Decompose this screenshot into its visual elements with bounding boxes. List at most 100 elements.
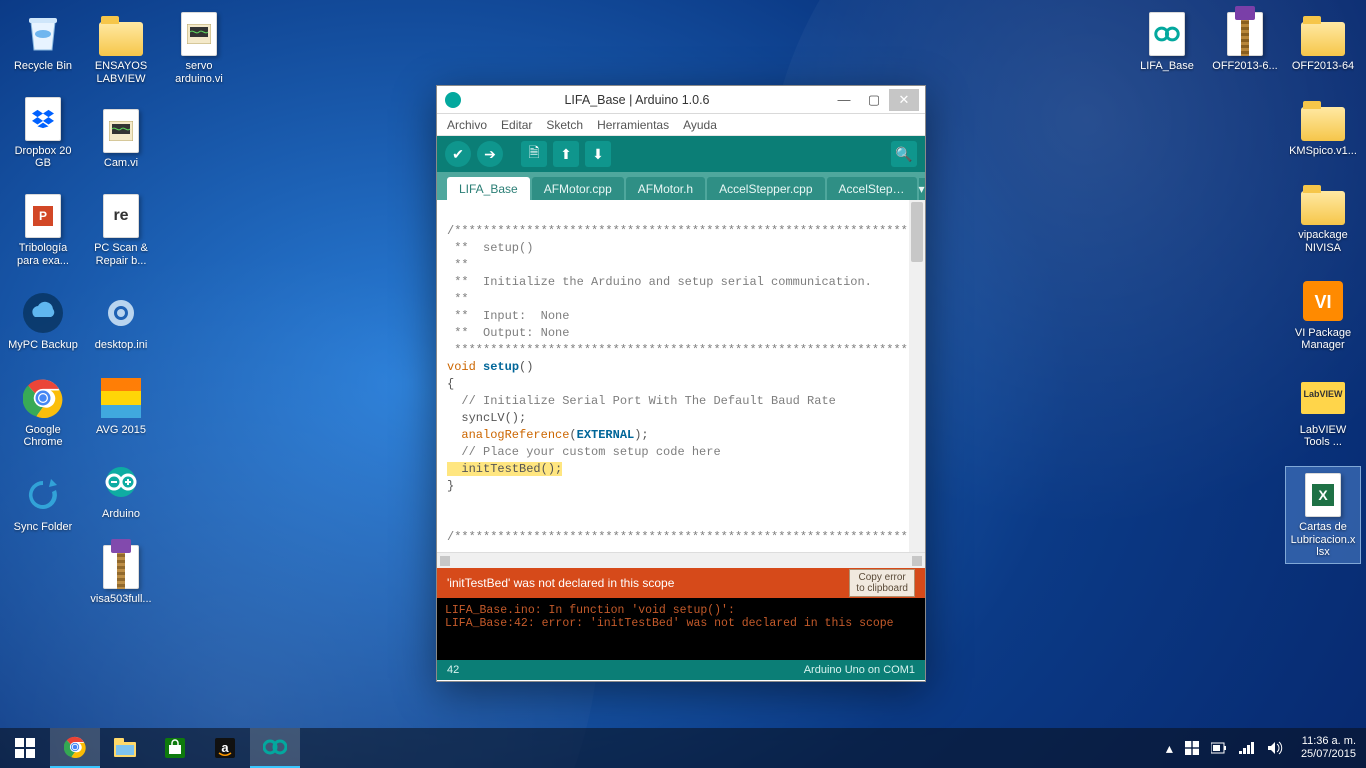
- save-button[interactable]: ⬇: [585, 141, 611, 167]
- upload-button[interactable]: ➔: [477, 141, 503, 167]
- desktop-icon-label: Cam.vi: [104, 157, 138, 170]
- desktop-icon-desktop-ini[interactable]: desktop.ini: [84, 285, 158, 356]
- desktop-icon-label: Recycle Bin: [14, 60, 72, 73]
- open-button[interactable]: ⬆: [553, 141, 579, 167]
- code-token: (: [569, 428, 576, 442]
- desktop-icon-label: Google Chrome: [7, 424, 79, 449]
- editor-vertical-scrollbar[interactable]: [909, 200, 925, 552]
- lifa-base-folder-icon: [1143, 10, 1191, 58]
- desktop-icons-right: OFF2013-64 KMSpico.v1... vipackage NIVISA V…: [1126, 6, 1360, 563]
- desktop-icon-visa503[interactable]: visa503full...: [84, 539, 158, 610]
- copy-error-button[interactable]: Copy error to clipboard: [849, 569, 915, 597]
- code-line: }: [447, 479, 454, 493]
- taskbar-chrome[interactable]: [50, 728, 100, 768]
- tab-lifa-base[interactable]: LIFA_Base: [447, 177, 530, 200]
- desktop-icon-servo-vi[interactable]: servo arduino.vi: [162, 6, 236, 89]
- code-token: );: [634, 428, 648, 442]
- desktop: Recycle Bin Dropbox 20 GB PTribología para…: [0, 0, 1366, 768]
- tray-battery-icon[interactable]: [1211, 742, 1227, 754]
- menu-archivo[interactable]: Archivo: [447, 118, 487, 132]
- console[interactable]: LIFA_Base.ino: In function 'void setup()…: [437, 598, 925, 660]
- vipm-icon: VI: [1299, 277, 1347, 325]
- desktop-icon-kmspico[interactable]: KMSpico.v1...: [1286, 91, 1360, 162]
- desktop-icon-avg[interactable]: AVG 2015: [84, 370, 158, 441]
- pc-scan-icon: re: [97, 192, 145, 240]
- desktop-icon-label: ENSAYOS LABVIEW: [85, 60, 157, 85]
- tab-afmotor-h[interactable]: AFMotor.h: [626, 177, 705, 200]
- taskbar-clock[interactable]: 11:36 a. m. 25/07/2015: [1291, 728, 1366, 768]
- tab-accelstepper-h[interactable]: AccelStep…: [827, 177, 917, 200]
- kmspico-icon: [1299, 95, 1347, 143]
- new-button[interactable]: 🗎: [521, 141, 547, 167]
- desktop-icon-recycle-bin[interactable]: Recycle Bin: [6, 6, 80, 77]
- tribologia-icon: P: [19, 192, 67, 240]
- taskbar-store[interactable]: [150, 728, 200, 768]
- cam-vi-icon: [97, 107, 145, 155]
- minimize-button[interactable]: —: [829, 89, 859, 111]
- taskbar-arduino[interactable]: [250, 728, 300, 768]
- verify-button[interactable]: ✔: [445, 141, 471, 167]
- taskbar-amazon[interactable]: a: [200, 728, 250, 768]
- clock-date: 25/07/2015: [1301, 748, 1356, 761]
- desktop-icon-off2013-64[interactable]: OFF2013-64: [1286, 6, 1360, 77]
- code-line: **: [447, 258, 469, 272]
- menu-ayuda[interactable]: Ayuda: [683, 118, 717, 132]
- tray-volume-icon[interactable]: [1267, 741, 1283, 755]
- code-token: EXTERNAL: [577, 428, 635, 442]
- servo-vi-icon: [175, 10, 223, 58]
- titlebar[interactable]: LIFA_Base | Arduino 1.0.6 — ▢ ✕: [437, 86, 925, 114]
- code-token: (): [519, 360, 533, 374]
- desktop-icon-pc-scan[interactable]: rePC Scan & Repair b...: [84, 188, 158, 271]
- desktop-icon-ensayos-labview[interactable]: ENSAYOS LABVIEW: [84, 6, 158, 89]
- desktop-icon-cartas-xlsx[interactable]: XCartas de Lubricacion.x lsx: [1286, 467, 1360, 563]
- desktop-icon-mypc-backup[interactable]: MyPC Backup: [6, 285, 80, 356]
- desktop-icon-tribologia[interactable]: PTribología para exa...: [6, 188, 80, 271]
- svg-text:LabVIEW: LabVIEW: [1303, 389, 1343, 399]
- code-token: setup: [483, 360, 519, 374]
- desktop-icon-chrome[interactable]: Google Chrome: [6, 370, 80, 453]
- menu-sketch[interactable]: Sketch: [546, 118, 583, 132]
- desktop-icon-label: AVG 2015: [96, 424, 146, 437]
- desktop-icon-off2013-6[interactable]: OFF2013-6...: [1208, 6, 1282, 77]
- chrome-icon: [19, 374, 67, 422]
- ensayos-labview-icon: [97, 10, 145, 58]
- code-line: ** Output: None: [447, 326, 569, 340]
- dropbox-icon: [19, 95, 67, 143]
- desktop-icon-lifa-base-folder[interactable]: LIFA_Base: [1130, 6, 1204, 77]
- desktop-ini-icon: [97, 289, 145, 337]
- desktop-icon-label: KMSpico.v1...: [1289, 145, 1357, 158]
- desktop-icon-arduino-shortcut[interactable]: Arduino: [84, 454, 158, 525]
- code-line: {: [447, 377, 454, 391]
- tabs-overflow-button[interactable]: ▾: [919, 178, 925, 200]
- code-editor[interactable]: /***************************************…: [437, 200, 925, 552]
- desktop-icon-labview-tools[interactable]: LabVIEWLabVIEW Tools ...: [1286, 370, 1360, 453]
- desktop-icon-cam-vi[interactable]: Cam.vi: [84, 103, 158, 174]
- close-button[interactable]: ✕: [889, 89, 919, 111]
- desktop-icon-sync-folder[interactable]: Sync Folder: [6, 467, 80, 538]
- mypc-backup-icon: [19, 289, 67, 337]
- tray-overflow-icon[interactable]: ▴: [1166, 740, 1173, 757]
- serial-monitor-button[interactable]: 🔍: [891, 141, 917, 167]
- tab-accelstepper-cpp[interactable]: AccelStepper.cpp: [707, 177, 824, 200]
- code-line: syncLV();: [447, 411, 526, 425]
- taskbar: a ▴ 11:36 a. m. 25/07/2015: [0, 728, 1366, 768]
- menu-herramientas[interactable]: Herramientas: [597, 118, 669, 132]
- desktop-icon-label: vipackage NIVISA: [1287, 229, 1359, 254]
- desktop-icon-vipm[interactable]: VIVI Package Manager: [1286, 273, 1360, 356]
- desktop-icon-label: LIFA_Base: [1140, 60, 1194, 73]
- maximize-button[interactable]: ▢: [859, 89, 889, 111]
- desktop-icon-dropbox[interactable]: Dropbox 20 GB: [6, 91, 80, 174]
- code-token: analogReference: [447, 428, 569, 442]
- taskbar-explorer[interactable]: [100, 728, 150, 768]
- code-line: ****************************************…: [447, 343, 925, 357]
- tray-action-center-icon[interactable]: [1185, 741, 1199, 755]
- menu-editar[interactable]: Editar: [501, 118, 532, 132]
- arduino-window: LIFA_Base | Arduino 1.0.6 — ▢ ✕ Archivo …: [436, 85, 926, 682]
- tabs: LIFA_Base AFMotor.cpp AFMotor.h AccelSte…: [437, 172, 925, 200]
- editor-horizontal-scrollbar[interactable]: [437, 552, 925, 568]
- code-highlight-line: initTestBed();: [447, 462, 562, 476]
- start-button[interactable]: [0, 728, 50, 768]
- tab-afmotor-cpp[interactable]: AFMotor.cpp: [532, 177, 624, 200]
- desktop-icon-vipackage[interactable]: vipackage NIVISA: [1286, 175, 1360, 258]
- tray-network-icon[interactable]: [1239, 742, 1255, 754]
